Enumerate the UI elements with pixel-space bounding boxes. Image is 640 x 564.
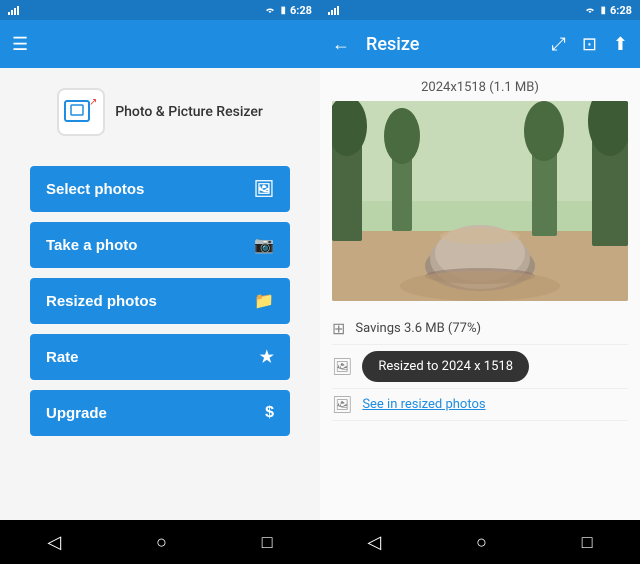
svg-text:↗: ↗: [89, 97, 97, 108]
select-photos-label: Select photos: [46, 181, 144, 198]
right-home-button[interactable]: ○: [476, 532, 487, 553]
wifi-icon: [264, 5, 276, 15]
hamburger-menu[interactable]: ☰: [12, 34, 28, 55]
resized-photos-label: Resized photos: [46, 293, 157, 310]
app-icon: ↗: [57, 88, 105, 136]
folder-icon: 🖼: [332, 395, 352, 414]
right-battery-icon: ▮: [600, 5, 606, 16]
right-signal-icon: [328, 5, 342, 15]
take-photo-button[interactable]: Take a photo 📷: [30, 222, 290, 268]
crop-icon[interactable]: ⊡: [582, 34, 597, 55]
right-status-bar: ▮ 6:28: [320, 0, 640, 20]
right-back-button[interactable]: ◁: [367, 532, 381, 553]
share-icon[interactable]: ⬆: [613, 34, 628, 55]
recent-button[interactable]: □: [262, 532, 273, 553]
photo-preview: [332, 101, 628, 301]
right-status-time: 6:28: [610, 4, 632, 17]
left-nav-bar: ◁ ○ □: [0, 520, 320, 564]
app-logo-svg: ↗: [63, 97, 99, 127]
left-status-bar: ▮ 6:28: [0, 0, 320, 20]
left-body: ↗ Photo & Picture Resizer Select photos …: [0, 68, 320, 520]
rate-button[interactable]: Rate ★: [30, 334, 290, 380]
app-logo-area: ↗ Photo & Picture Resizer: [57, 88, 263, 136]
see-resized-link[interactable]: See in resized photos: [362, 397, 485, 412]
app-name: Photo & Picture Resizer: [115, 104, 263, 120]
right-body: 2024x1518 (1.1 MB): [320, 68, 640, 520]
select-photos-button[interactable]: Select photos 🖼: [30, 166, 290, 212]
right-header: ← Resize ⤢ ⊡ ⬆: [320, 20, 640, 68]
battery-icon: ▮: [280, 5, 286, 16]
right-recent-button[interactable]: □: [582, 532, 593, 553]
see-resized-row[interactable]: 🖼 See in resized photos: [332, 389, 628, 421]
resize-tooltip: Resized to 2024 x 1518: [362, 351, 529, 382]
take-photo-label: Take a photo: [46, 237, 137, 254]
fullscreen-icon[interactable]: ⤢: [551, 34, 565, 55]
take-photo-icon: 📷: [254, 235, 274, 255]
park-scene-svg: [332, 101, 628, 301]
right-wifi-icon: [584, 5, 596, 15]
upgrade-label: Upgrade: [46, 405, 107, 422]
back-arrow-icon[interactable]: ←: [332, 34, 350, 55]
resize-small-icon: 🖼: [332, 357, 352, 376]
rate-label: Rate: [46, 349, 79, 366]
upgrade-icon: $: [265, 404, 274, 422]
tooltip-row: 🖼 Resized to 2024 x 1518: [332, 345, 628, 389]
savings-text: Savings 3.6 MB (77%): [355, 321, 481, 336]
home-button[interactable]: ○: [156, 532, 167, 553]
left-header: ☰: [0, 20, 320, 68]
resize-title: Resize: [366, 34, 535, 55]
resized-photos-icon: 📁: [254, 291, 274, 311]
right-nav-bar: ◁ ○ □: [320, 520, 640, 564]
rate-icon: ★: [260, 347, 274, 367]
upgrade-button[interactable]: Upgrade $: [30, 390, 290, 436]
select-photos-icon: 🖼: [254, 179, 274, 199]
back-button[interactable]: ◁: [47, 532, 61, 553]
signal-icon: [8, 5, 22, 15]
status-time: 6:28: [290, 4, 312, 17]
resized-photos-button[interactable]: Resized photos 📁: [30, 278, 290, 324]
savings-icon: ⊞: [332, 319, 345, 338]
savings-row: ⊞ Savings 3.6 MB (77%): [332, 313, 628, 345]
image-dimensions: 2024x1518 (1.1 MB): [332, 80, 628, 95]
